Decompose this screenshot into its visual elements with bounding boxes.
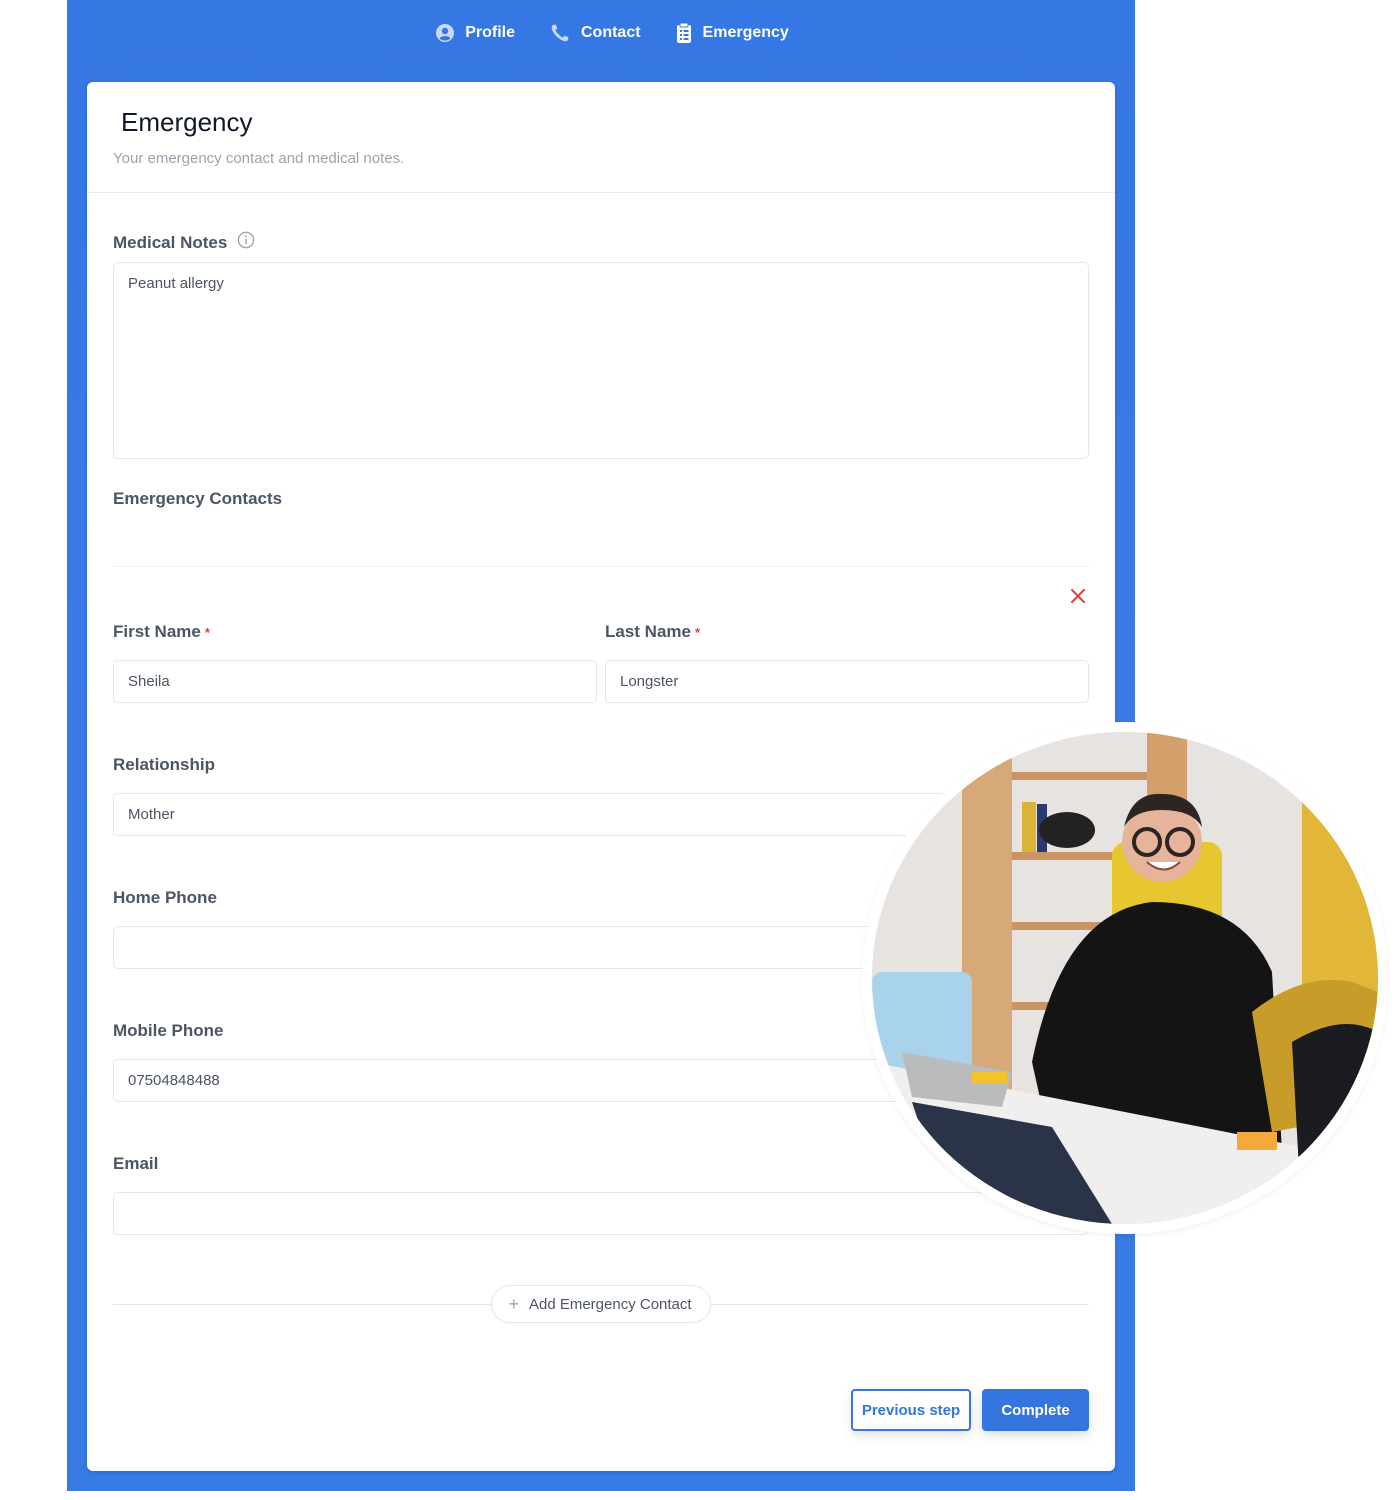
nav-step-profile[interactable]: Profile bbox=[435, 23, 515, 43]
email-input[interactable] bbox=[113, 1192, 1089, 1235]
page-title: Emergency bbox=[121, 107, 253, 137]
add-emergency-contact-button[interactable]: + Add Emergency Contact bbox=[491, 1285, 711, 1323]
mobile-phone-label: Mobile Phone bbox=[113, 1021, 224, 1040]
user-circle-icon bbox=[435, 23, 455, 43]
first-name-input[interactable]: Sheila bbox=[113, 660, 597, 703]
nav-step-label: Emergency bbox=[702, 24, 789, 41]
person-photo bbox=[862, 722, 1388, 1234]
office-photo-image bbox=[872, 732, 1378, 1224]
nav-step-emergency[interactable]: Emergency bbox=[675, 22, 789, 44]
nav-step-label: Contact bbox=[580, 24, 641, 41]
home-phone-label: Home Phone bbox=[113, 888, 217, 907]
add-emergency-contact-label: Add Emergency Contact bbox=[528, 1295, 692, 1313]
last-name-input[interactable]: Longster bbox=[605, 660, 1089, 703]
emergency-contacts-heading: Emergency Contacts bbox=[113, 489, 283, 508]
remove-contact-button[interactable] bbox=[1069, 587, 1087, 605]
divider-line bbox=[710, 1303, 1090, 1305]
page-subtitle: Your emergency contact and medical notes… bbox=[113, 150, 405, 167]
relationship-label: Relationship bbox=[113, 755, 216, 774]
medical-notes-textarea[interactable]: Peanut allergy bbox=[113, 262, 1089, 459]
photo-illustration bbox=[872, 732, 1378, 1224]
required-asterisk: * bbox=[694, 624, 701, 640]
plus-icon: + bbox=[508, 1294, 519, 1314]
nav-step-contact[interactable]: Contact bbox=[549, 22, 641, 44]
card-header: Emergency Your emergency contact and med… bbox=[87, 82, 1115, 193]
email-label: Email bbox=[113, 1154, 159, 1173]
phone-icon bbox=[549, 22, 571, 44]
divider-line bbox=[113, 1303, 492, 1305]
info-icon[interactable] bbox=[237, 231, 255, 254]
first-name-label-text: First Name bbox=[113, 622, 201, 641]
nav-step-label: Profile bbox=[465, 24, 515, 41]
complete-button[interactable]: Complete bbox=[982, 1389, 1089, 1431]
close-icon bbox=[1071, 589, 1085, 603]
previous-step-button[interactable]: Previous step bbox=[851, 1389, 971, 1431]
first-name-label: First Name * bbox=[113, 622, 210, 642]
medical-notes-label-text: Medical Notes bbox=[113, 232, 228, 252]
section-divider bbox=[113, 566, 1089, 567]
add-contact-row: + Add Emergency Contact bbox=[113, 1284, 1090, 1324]
last-name-label-text: Last Name bbox=[605, 622, 691, 641]
required-asterisk: * bbox=[204, 624, 210, 640]
last-name-label: Last Name * bbox=[605, 622, 700, 642]
medical-notes-label: Medical Notes bbox=[113, 231, 255, 254]
clipboard-list-icon bbox=[675, 22, 693, 44]
step-navigation: Profile Contact Emergency bbox=[67, 0, 1135, 66]
